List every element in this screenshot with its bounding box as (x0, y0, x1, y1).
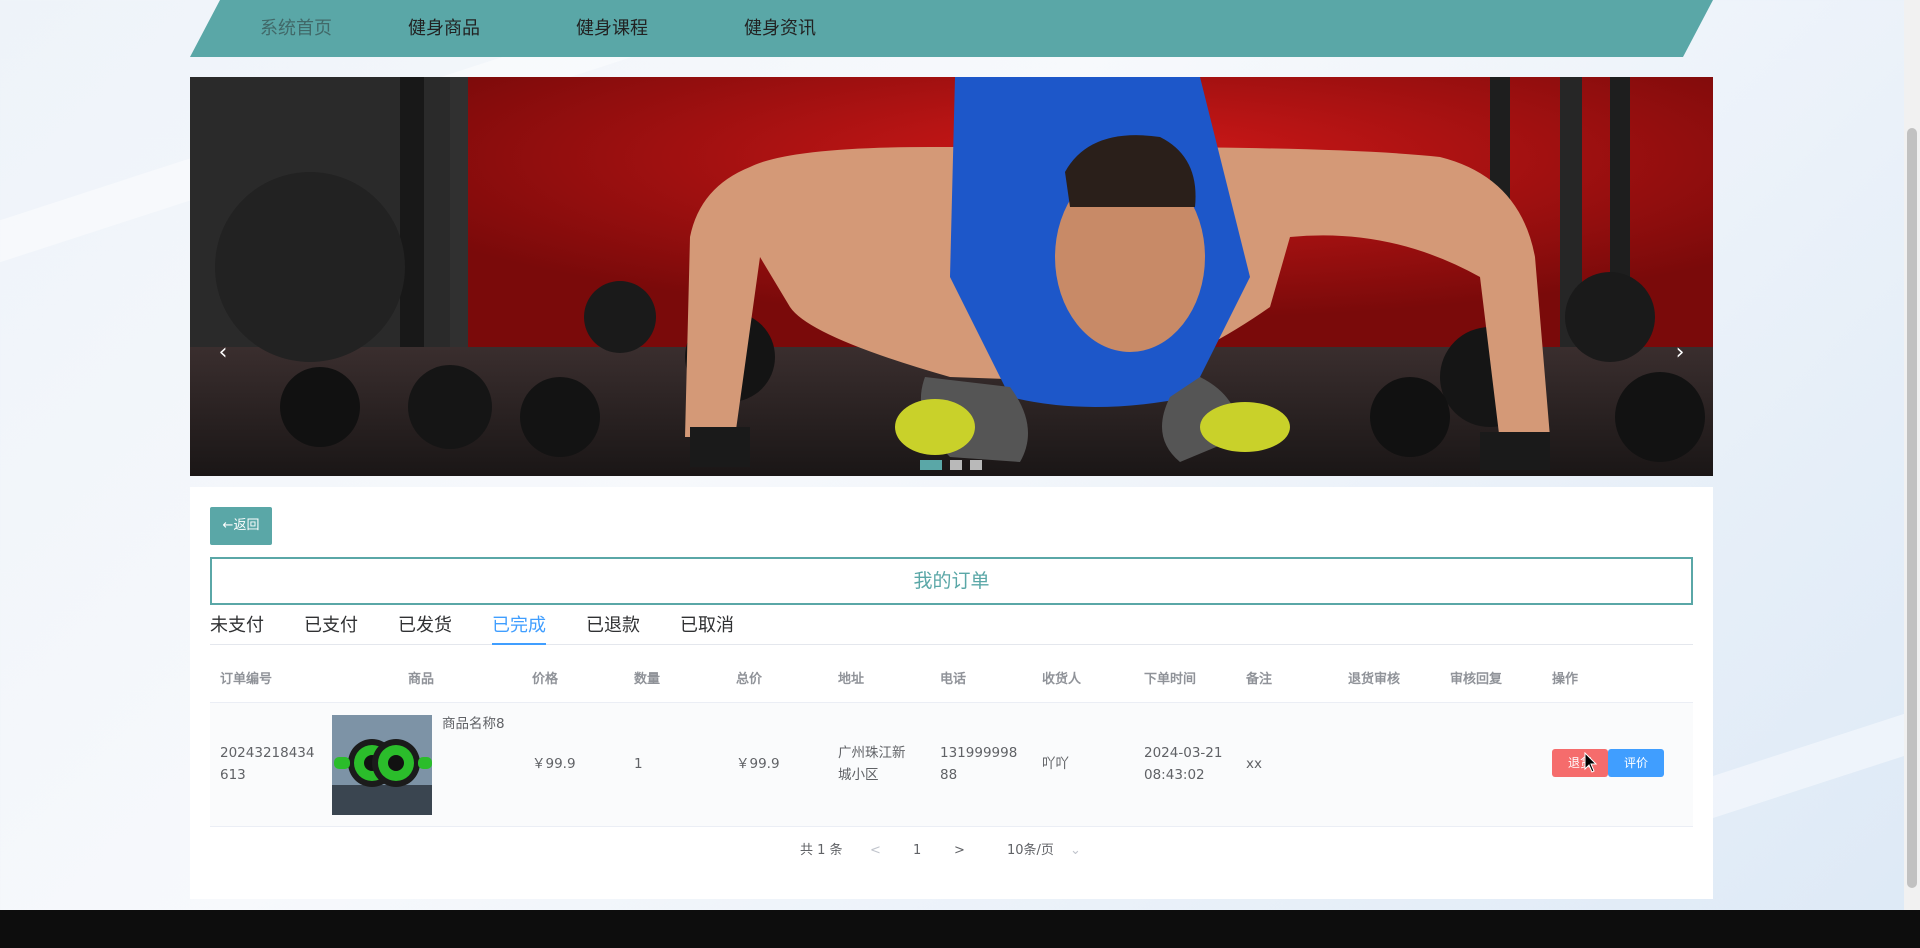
scrollbar-thumb[interactable] (1907, 128, 1917, 888)
order-time-line: 08:43:02 (1144, 767, 1205, 783)
footer (0, 910, 1920, 948)
tab-paid[interactable]: 已支付 (304, 611, 358, 645)
order-no-line: 20243218434 (220, 745, 315, 761)
banner-indicators (920, 460, 982, 470)
col-order-no: 订单编号 (220, 672, 273, 687)
page-scrollbar[interactable] (1904, 0, 1920, 910)
chevron-down-icon[interactable]: ⌄ (1070, 836, 1081, 866)
quantity-cell: 1 (634, 756, 643, 772)
remark-cell: xx (1246, 756, 1262, 772)
col-product: 商品 (408, 672, 435, 687)
nav-item-products[interactable]: 健身商品 (408, 0, 480, 57)
banner-dot-2[interactable] (950, 460, 962, 470)
address-line: 城小区 (838, 767, 879, 783)
banner-dot-3[interactable] (970, 460, 982, 470)
col-total: 总价 (736, 672, 763, 687)
tab-refunded[interactable]: 已退款 (586, 611, 640, 645)
back-button[interactable]: ←返回 (210, 507, 272, 545)
col-price: 价格 (532, 672, 559, 687)
order-time-line: 2024-03-21 (1144, 745, 1223, 761)
receiver-cell: 吖吖 (1042, 756, 1069, 772)
pagination-prev[interactable]: < (870, 836, 881, 866)
top-nav: 系统首页 健身商品 健身课程 健身资讯 (190, 0, 1713, 57)
order-no-line: 613 (220, 767, 246, 783)
tab-shipped[interactable]: 已发货 (398, 611, 452, 645)
page-title: 我的订单 (210, 557, 1693, 605)
col-receiver: 收货人 (1042, 672, 1082, 687)
col-review-reply: 审核回复 (1450, 672, 1503, 687)
col-return-review: 退货审核 (1348, 672, 1401, 687)
tab-completed[interactable]: 已完成 (492, 611, 546, 645)
phone-cell: 131999998 88 (940, 742, 1017, 786)
banner-prev-arrow[interactable]: ‹ (208, 333, 238, 373)
order-status-tabs: 未支付 已支付 已发货 已完成 已退款 已取消 (210, 611, 1693, 645)
mouse-cursor-icon (1584, 752, 1598, 773)
table-row: 20243218434 613 商品名称8 ￥99.9 1 ￥99.9 广州珠江… (210, 703, 1693, 827)
banner-image (190, 77, 1713, 476)
table-header: 订单编号 商品 价格 数量 总价 地址 电话 收货人 下单时间 备注 退货审核 … (210, 657, 1693, 703)
total-cell: ￥99.9 (736, 756, 780, 772)
pagination-next[interactable]: > (954, 836, 965, 866)
address-line: 广州珠江新 (838, 745, 906, 761)
nav-item-home[interactable]: 系统首页 (260, 0, 332, 57)
col-order-time: 下单时间 (1144, 672, 1197, 687)
nav-item-courses[interactable]: 健身课程 (576, 0, 648, 57)
product-name: 商品名称8 (442, 716, 505, 732)
tab-cancelled[interactable]: 已取消 (680, 611, 734, 645)
pagination: 共 1 条 < 1 > 10条/页 ⌄ (190, 836, 1713, 866)
address-cell: 广州珠江新 城小区 (838, 742, 906, 786)
nav-item-news[interactable]: 健身资讯 (744, 0, 816, 57)
pagination-total: 共 1 条 (800, 843, 843, 858)
col-phone: 电话 (940, 672, 967, 687)
page-size-select[interactable]: 10条/页 (1007, 836, 1054, 866)
return-button[interactable]: 退货 (1552, 749, 1608, 777)
banner-dot-1[interactable] (920, 460, 942, 470)
phone-line: 131999998 (940, 745, 1018, 761)
banner-next-arrow[interactable]: › (1665, 333, 1695, 373)
col-address: 地址 (838, 672, 865, 687)
col-quantity: 数量 (634, 672, 661, 687)
phone-line: 88 (940, 767, 958, 783)
pagination-page-1[interactable]: 1 (913, 836, 921, 866)
price-cell: ￥99.9 (532, 756, 576, 772)
orders-table: 订单编号 商品 价格 数量 总价 地址 电话 收货人 下单时间 备注 退货审核 … (210, 657, 1693, 827)
col-remark: 备注 (1246, 672, 1273, 687)
col-actions: 操作 (1552, 672, 1579, 687)
product-thumbnail (332, 715, 432, 815)
order-time-cell: 2024-03-21 08:43:02 (1144, 742, 1222, 786)
tab-unpaid[interactable]: 未支付 (210, 611, 264, 645)
ab-wheel-image (332, 715, 432, 815)
banner-carousel: ‹ › (190, 77, 1713, 476)
review-button[interactable]: 评价 (1608, 749, 1664, 777)
orders-card: ←返回 我的订单 未支付 已支付 已发货 已完成 已退款 已取消 订单编号 商品… (190, 487, 1713, 899)
order-no-cell: 20243218434 613 (220, 742, 314, 786)
